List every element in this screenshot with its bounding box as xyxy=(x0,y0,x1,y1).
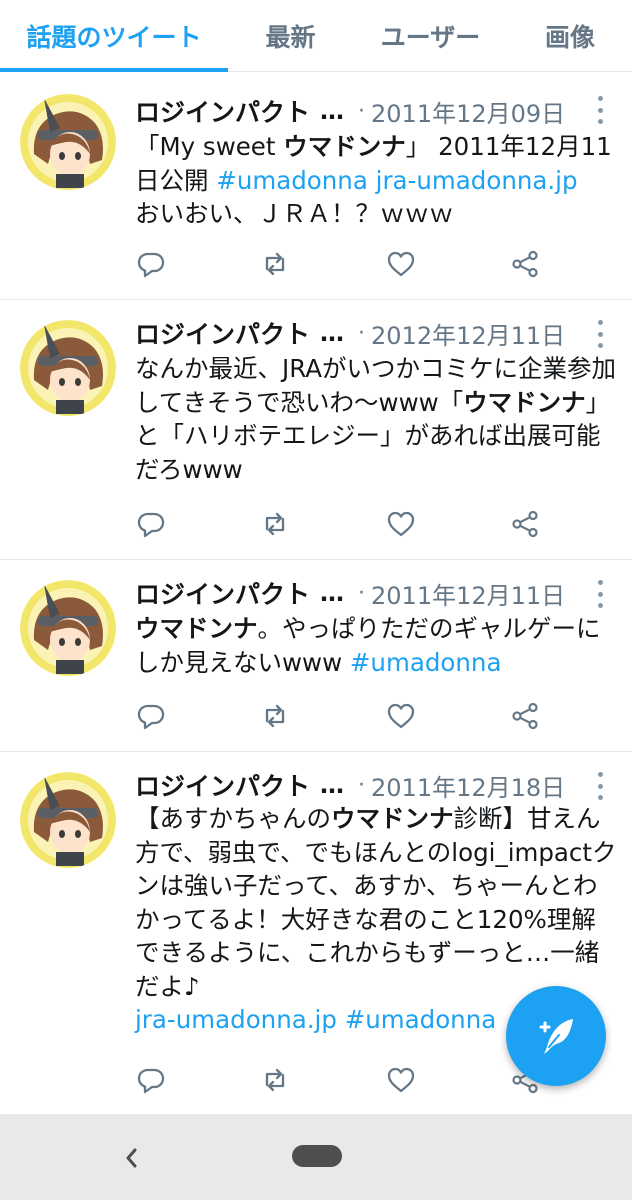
reply-icon[interactable] xyxy=(135,1064,167,1096)
heart-icon[interactable] xyxy=(385,248,417,280)
tab-label: ユーザー xyxy=(380,22,481,52)
tweet-actions xyxy=(135,248,545,282)
retweet-icon[interactable] xyxy=(259,1064,291,1096)
tweet-text-segment: 「My sweet xyxy=(135,132,284,161)
home-pill-icon[interactable] xyxy=(292,1145,342,1167)
name-truncation: … xyxy=(320,97,345,125)
tweet-text-segment xyxy=(368,166,376,195)
highlighted-keyword: ウマドンナ xyxy=(463,387,586,417)
separator: · xyxy=(358,580,366,606)
tweet-date[interactable]: 2012年12月11日 xyxy=(371,316,565,351)
tweet-header: ロジインパクト … · 2011年12月09日 xyxy=(135,94,612,128)
tweet-header: ロジインパクト … · 2011年12月18日 xyxy=(135,768,612,802)
tab-label: 話題のツイート xyxy=(26,22,202,52)
retweet-icon[interactable] xyxy=(259,508,291,540)
highlighted-keyword: ウマドンナ xyxy=(331,804,454,833)
avatar[interactable] xyxy=(20,772,116,868)
name-truncation: … xyxy=(320,579,345,607)
tab-top-tweets[interactable]: 話題のツイート xyxy=(0,0,228,71)
tweet-date[interactable]: 2011年12月11日 xyxy=(371,576,565,611)
tweet-actions xyxy=(135,1064,545,1098)
url-link[interactable]: jra-umadonna.jp xyxy=(376,166,578,195)
tweet-text-segment: 【あすかちゃんの xyxy=(135,804,331,833)
highlighted-keyword: ウマドンナ xyxy=(135,614,258,643)
heart-icon[interactable] xyxy=(385,508,417,540)
share-icon[interactable] xyxy=(509,248,541,280)
separator: · xyxy=(358,772,366,798)
tab-users[interactable]: ユーザー xyxy=(353,0,508,71)
avatar[interactable] xyxy=(20,320,116,416)
tweet-text: 「My sweet ウマドンナ」 2011年12月11日公開 #umadonna… xyxy=(135,130,618,231)
compose-tweet-icon xyxy=(539,1019,573,1054)
display-name[interactable]: ロジインパクト xyxy=(135,767,310,803)
compose-tweet-button[interactable] xyxy=(506,986,606,1086)
separator: · xyxy=(358,320,366,346)
hashtag-link[interactable]: #umadonna xyxy=(345,1005,497,1034)
share-icon[interactable] xyxy=(509,700,541,732)
tweet-header: ロジインパクト … · 2011年12月11日 xyxy=(135,576,612,610)
hashtag-link[interactable]: #umadonna xyxy=(216,166,368,195)
tweet-actions xyxy=(135,508,545,542)
tweet-actions xyxy=(135,700,545,734)
system-navigation-bar xyxy=(0,1114,632,1200)
tweet-text-segment xyxy=(337,1005,345,1034)
display-name[interactable]: ロジインパクト xyxy=(135,575,310,611)
reply-icon[interactable] xyxy=(135,700,167,732)
more-options-icon[interactable] xyxy=(596,580,604,608)
tweet-text: ウマドンナ。やっぱりただのギャルゲーにしか見えないwww #umadonna xyxy=(135,612,618,679)
more-options-icon[interactable] xyxy=(596,96,604,124)
highlighted-keyword: ウマドンナ xyxy=(283,132,406,161)
display-name[interactable]: ロジインパクト xyxy=(135,315,310,351)
retweet-icon[interactable] xyxy=(259,700,291,732)
name-truncation: … xyxy=(320,771,345,799)
tweet-card[interactable]: ロジインパクト … · 2011年12月09日 「My sweet ウマドンナ」… xyxy=(0,72,632,300)
tweet-header: ロジインパクト … · 2012年12月11日 xyxy=(135,316,612,350)
back-icon[interactable] xyxy=(118,1142,146,1174)
tab-bar: 話題のツイート 最新 ユーザー 画像 xyxy=(0,0,632,72)
tweet-card[interactable]: ロジインパクト … · 2012年12月11日 なんか最近、JRAがいつかコミケ… xyxy=(0,300,632,560)
tweet-date[interactable]: 2011年12月18日 xyxy=(371,768,565,803)
more-options-icon[interactable] xyxy=(596,772,604,800)
tab-images[interactable]: 画像 xyxy=(508,0,632,71)
heart-icon[interactable] xyxy=(385,1064,417,1096)
avatar[interactable] xyxy=(20,580,116,676)
reply-icon[interactable] xyxy=(135,508,167,540)
more-options-icon[interactable] xyxy=(596,320,604,348)
name-truncation: … xyxy=(320,319,345,347)
tweet-text-segment: おいおい、ＪＲＡ！？ｗｗｗ xyxy=(135,199,454,228)
tab-label: 最新 xyxy=(265,22,316,52)
tweet-date[interactable]: 2011年12月09日 xyxy=(371,94,565,129)
tab-label: 画像 xyxy=(544,22,595,52)
retweet-icon[interactable] xyxy=(259,248,291,280)
display-name[interactable]: ロジインパクト xyxy=(135,93,310,129)
url-link[interactable]: jra-umadonna.jp xyxy=(135,1005,337,1034)
tab-latest[interactable]: 最新 xyxy=(228,0,353,71)
share-icon[interactable] xyxy=(509,508,541,540)
hashtag-link[interactable]: #umadonna xyxy=(350,648,502,677)
separator: · xyxy=(358,98,366,124)
reply-icon[interactable] xyxy=(135,248,167,280)
tweet-text: なんか最近、JRAがいつかコミケに企業参加してきそうで恐いわ〜www「ウマドンナ… xyxy=(135,352,618,486)
avatar[interactable] xyxy=(20,94,116,190)
tweet-card[interactable]: ロジインパクト … · 2011年12月11日 ウマドンナ。やっぱりただのギャル… xyxy=(0,560,632,752)
tweet-text-segment: 診断】甘えん方で、弱虫で、でもほんとのlogi_impactクンは強い子だって、… xyxy=(135,804,617,1001)
heart-icon[interactable] xyxy=(385,700,417,732)
